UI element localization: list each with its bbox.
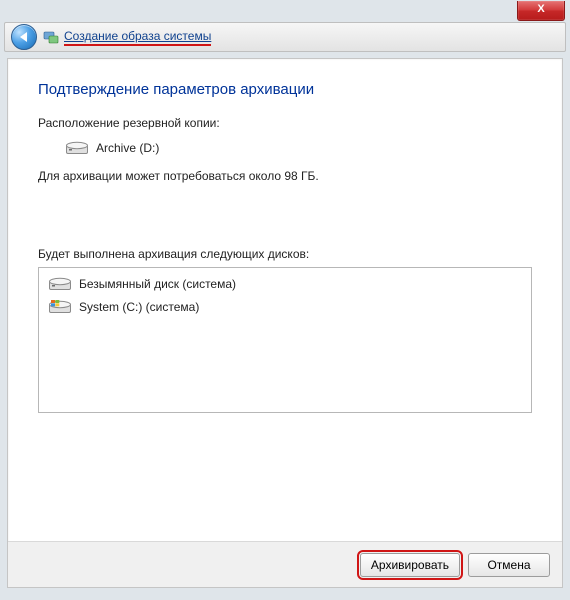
disk-list-label: Будет выполнена архивация следующих диск…: [38, 247, 532, 261]
content-area: Подтверждение параметров архивации Распо…: [8, 59, 562, 413]
backup-drive-name: Archive (D:): [96, 141, 159, 155]
disk-name: System (C:) (система): [79, 300, 199, 314]
back-arrow-icon: [20, 32, 27, 42]
list-item[interactable]: System (C:) (система): [43, 295, 527, 318]
cancel-button[interactable]: Отмена: [468, 553, 550, 577]
close-button[interactable]: X: [517, 1, 565, 21]
list-item[interactable]: Безымянный диск (система): [43, 272, 527, 295]
hard-drive-icon: [49, 276, 71, 291]
backup-drive-row: Archive (D:): [38, 140, 532, 155]
hard-drive-icon: [66, 140, 88, 155]
backup-location-label: Расположение резервной копии:: [38, 116, 532, 130]
system-image-icon: [43, 29, 59, 45]
header-bar: Создание образа системы: [4, 22, 566, 52]
titlebar: X: [0, 0, 570, 22]
disk-name: Безымянный диск (система): [79, 277, 236, 291]
backup-size-estimate: Для архивации может потребоваться около …: [38, 169, 532, 183]
back-button[interactable]: [11, 24, 37, 50]
breadcrumb-link[interactable]: Создание образа системы: [64, 29, 211, 46]
window-frame: X Создание образа системы Подтверждение …: [0, 0, 570, 600]
windows-drive-icon: [49, 299, 71, 314]
button-bar: Архивировать Отмена: [8, 541, 562, 587]
close-icon: X: [537, 3, 544, 15]
main-panel: Подтверждение параметров архивации Распо…: [7, 58, 563, 588]
archive-button[interactable]: Архивировать: [360, 553, 460, 577]
page-title: Подтверждение параметров архивации: [38, 81, 532, 98]
disks-listbox[interactable]: Безымянный диск (система) System (: [38, 267, 532, 413]
